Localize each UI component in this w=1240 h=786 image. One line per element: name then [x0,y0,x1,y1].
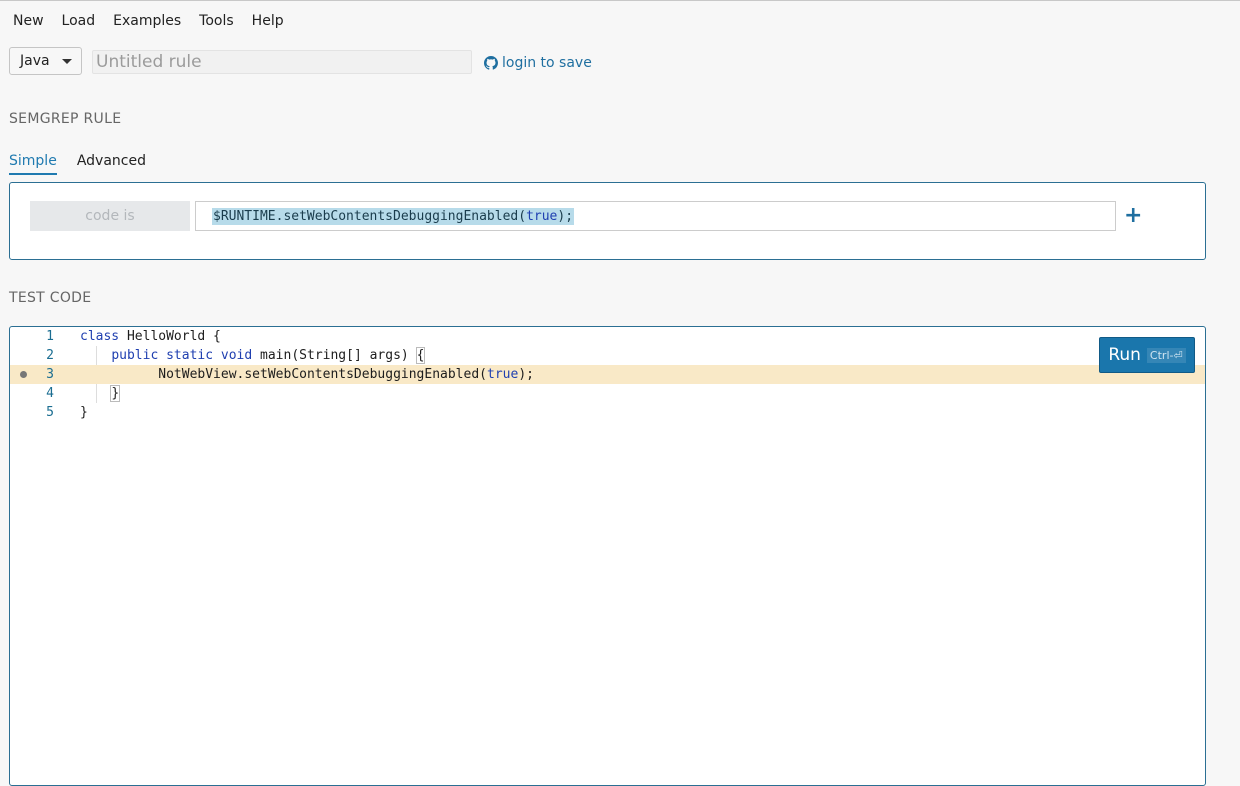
tab-simple[interactable]: Simple [9,153,57,175]
menu-load[interactable]: Load [62,13,96,29]
rule-builder: code is $RUNTIME.setWebContentsDebugging… [9,182,1206,260]
menu-help[interactable]: Help [252,13,284,29]
menu-bar: New Load Examples Tools Help [13,13,284,29]
line-number: 1 [46,329,54,344]
pattern-input[interactable]: $RUNTIME.setWebContentsDebuggingEnabled(… [195,201,1116,231]
code-line: 4 } [10,384,1205,403]
semgrep-rule-title: SEMGREP RULE [9,111,122,127]
run-button[interactable]: Run Ctrl-⏎ [1099,337,1195,373]
line-number: 2 [46,348,54,363]
chevron-down-icon [61,58,72,64]
menu-tools[interactable]: Tools [199,13,234,29]
line-number: 5 [46,405,54,420]
code-text: } [80,405,88,420]
code-line: 5 } [10,403,1205,422]
menu-new[interactable]: New [13,13,44,29]
pattern-text: $RUNTIME.setWebContentsDebuggingEnabled(… [212,207,575,225]
code-line-highlighted: 3 NotWebView.setWebContentsDebuggingEnab… [10,365,1205,384]
test-code-title: TEST CODE [9,290,92,306]
line-number: 4 [46,386,54,401]
code-line: 1 class HelloWorld { [10,327,1205,346]
code-line: 2 public static void main(String[] args)… [10,346,1205,365]
code-text: NotWebView.setWebContentsDebuggingEnable… [80,367,534,382]
operator-select[interactable]: code is [30,201,190,231]
code-text: public static void main(String[] args) { [111,347,426,364]
language-value: Java [20,53,50,69]
code-text: class HelloWorld { [80,329,221,344]
run-shortcut: Ctrl-⏎ [1146,347,1186,363]
run-label: Run [1108,345,1141,365]
language-select[interactable]: Java [9,47,82,75]
login-to-save-link[interactable]: login to save [484,55,592,71]
login-label: login to save [502,55,592,71]
rule-mode-tabs: Simple Advanced [9,153,146,175]
top-border [0,0,1240,1]
github-icon [484,56,498,70]
code-editor[interactable]: 1 class HelloWorld { 2 public static voi… [9,326,1206,786]
menu-examples[interactable]: Examples [113,13,181,29]
rule-name-input[interactable] [92,50,472,74]
match-marker-icon [20,371,27,378]
add-pattern-button[interactable]: + [1124,203,1142,228]
code-text: } [110,385,121,402]
line-number: 3 [46,367,54,382]
tab-advanced[interactable]: Advanced [77,153,146,175]
